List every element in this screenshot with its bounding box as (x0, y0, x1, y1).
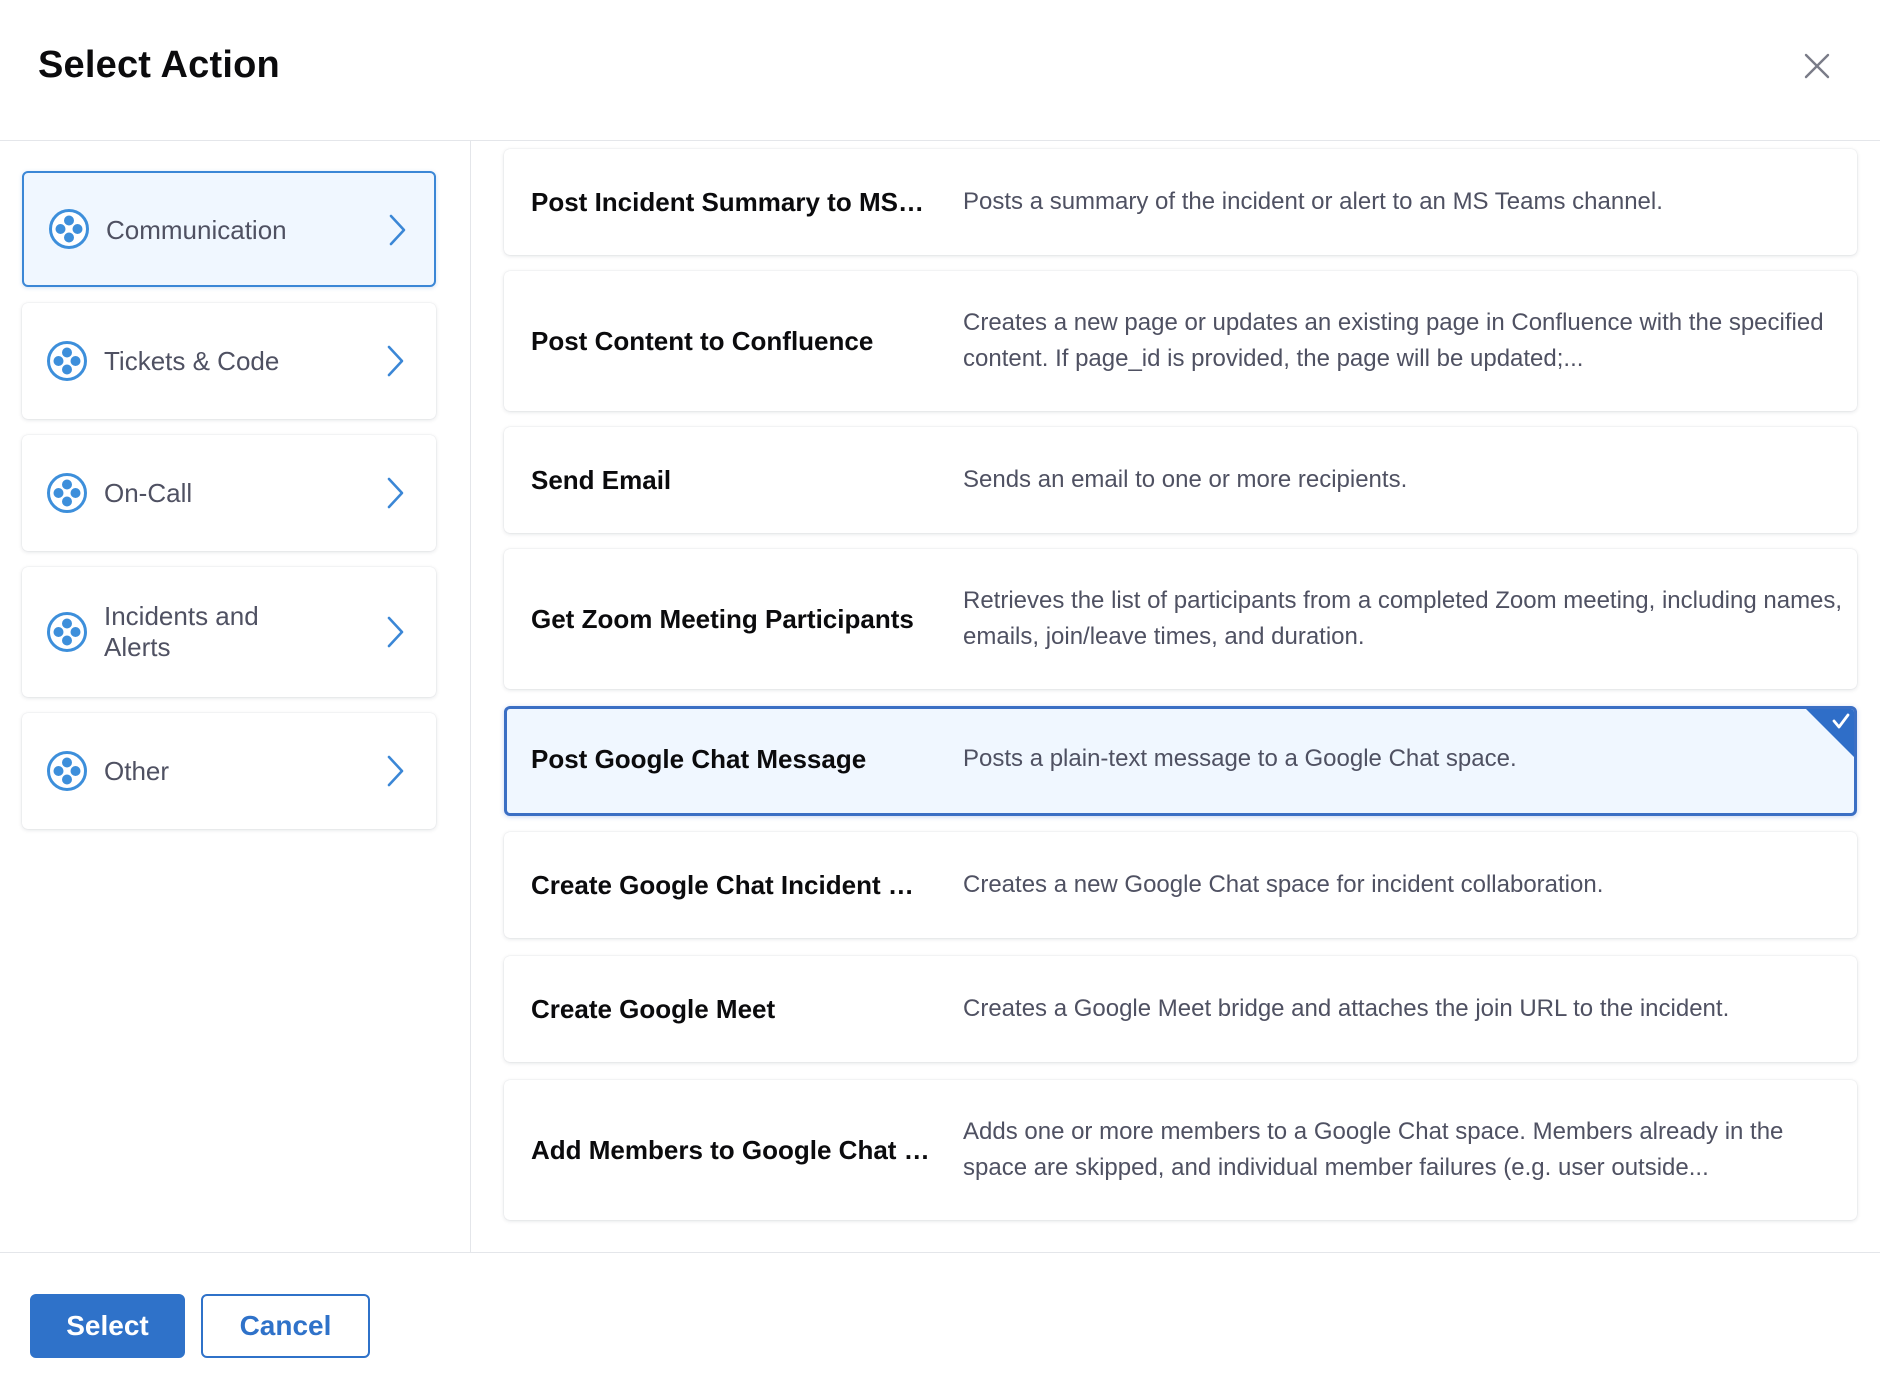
dialog-header: Select Action (0, 0, 1880, 141)
action-list: Post Incident Summary to MS Teams Posts … (471, 141, 1880, 1252)
sidebar-item-on-call[interactable]: On-Call (22, 435, 436, 551)
action-card[interactable]: Create Google Chat Incident Space Create… (504, 832, 1857, 938)
action-name: Post Incident Summary to MS Teams (531, 187, 931, 217)
action-name: Post Google Chat Message (531, 744, 867, 774)
sidebar-item-incidents-alerts[interactable]: Incidents and Alerts (22, 567, 436, 697)
action-card[interactable]: Get Zoom Meeting Participants Retrieves … (504, 549, 1857, 689)
sidebar-item-tickets-code[interactable]: Tickets & Code (22, 303, 436, 419)
integration-icon (46, 611, 88, 653)
integration-icon (46, 472, 88, 514)
sidebar-item-label: Communication (106, 215, 287, 245)
sidebar-item-label: Tickets & Code (104, 346, 280, 376)
action-card[interactable]: Send Email Sends an email to one or more… (504, 427, 1857, 533)
select-action-dialog: Select Action Communication Tickets & Co… (0, 0, 1880, 1383)
action-name: Create Google Meet (531, 994, 776, 1024)
chevron-right-icon (382, 343, 408, 379)
action-card[interactable]: Add Members to Google Chat Space Adds on… (504, 1080, 1857, 1220)
action-name: Post Content to Confluence (531, 326, 874, 356)
dialog-title: Select Action (38, 44, 280, 86)
sidebar-item-other[interactable]: Other (22, 713, 436, 829)
action-card[interactable]: Post Content to Confluence Creates a new… (504, 271, 1857, 411)
cancel-button[interactable]: Cancel (201, 1294, 370, 1358)
action-name: Add Members to Google Chat Space (531, 1135, 931, 1165)
action-description: Creates a Google Meet bridge and attache… (963, 995, 1730, 1022)
action-name: Get Zoom Meeting Participants (531, 604, 914, 634)
chevron-right-icon (384, 212, 410, 248)
chevron-right-icon (382, 753, 408, 789)
integration-icon (46, 750, 88, 792)
chevron-right-icon (382, 475, 408, 511)
action-card[interactable]: Create Google Meet Creates a Google Meet… (504, 956, 1857, 1062)
action-card-selected[interactable]: Post Google Chat Message Posts a plain-t… (504, 706, 1857, 816)
selected-check-icon (1805, 709, 1854, 758)
action-name: Create Google Chat Incident Space (531, 870, 931, 900)
chevron-right-icon (382, 614, 408, 650)
action-description: Posts a summary of the incident or alert… (963, 188, 1663, 215)
action-description: Creates a new Google Chat space for inci… (963, 871, 1604, 898)
close-icon (1804, 53, 1830, 79)
category-sidebar: Communication Tickets & Code On-Call Inc… (0, 141, 471, 1252)
sidebar-item-communication[interactable]: Communication (22, 171, 436, 287)
sidebar-item-label: Incidents and Alerts (104, 601, 259, 662)
select-button[interactable]: Select (30, 1294, 185, 1358)
sidebar-item-label: Other (104, 756, 170, 786)
integration-icon (46, 340, 88, 382)
action-description: Posts a plain-text message to a Google C… (963, 745, 1517, 772)
action-description: Adds one or more members to a Google Cha… (963, 1118, 1784, 1181)
action-name: Send Email (531, 465, 672, 495)
dialog-footer: Select Cancel (0, 1252, 1880, 1383)
action-description: Sends an email to one or more recipients… (963, 466, 1408, 493)
action-description: Retrieves the list of participants from … (963, 587, 1843, 650)
integration-icon (48, 208, 90, 250)
action-description: Creates a new page or updates an existin… (963, 309, 1824, 372)
close-button[interactable] (1797, 46, 1837, 86)
action-card[interactable]: Post Incident Summary to MS Teams Posts … (504, 149, 1857, 255)
sidebar-item-label: On-Call (104, 478, 193, 508)
